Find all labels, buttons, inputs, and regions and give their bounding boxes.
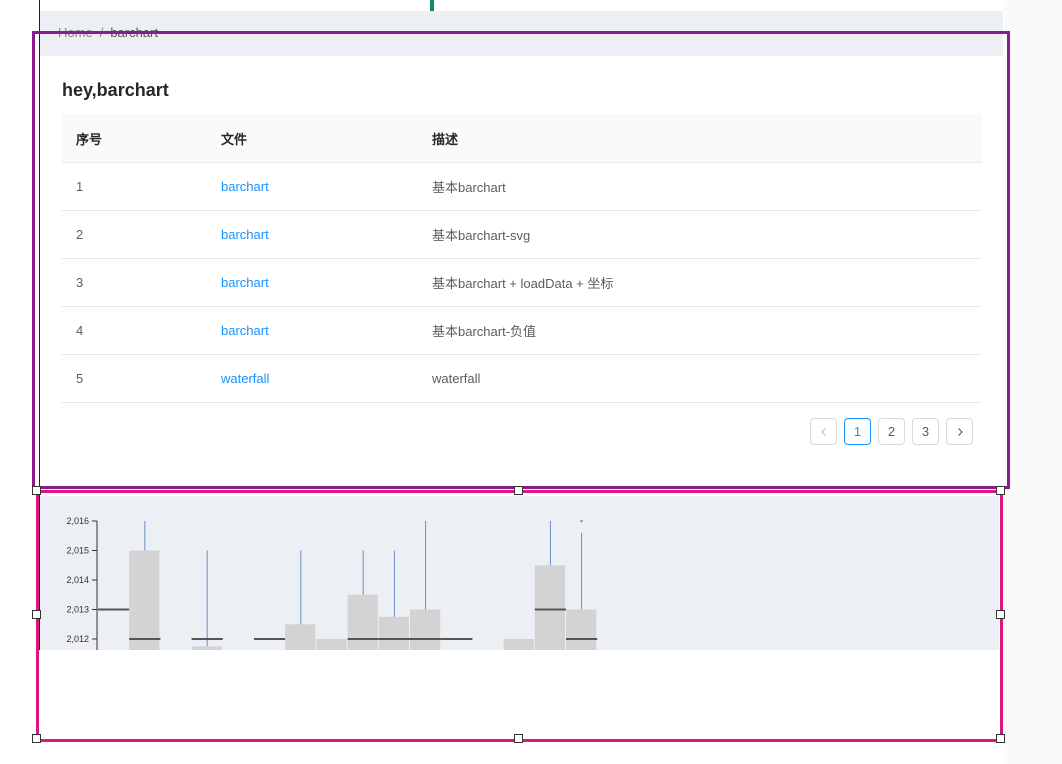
table-header-row: 序号 文件 描述	[62, 114, 982, 163]
resize-handle-bottom-right[interactable]	[996, 734, 1005, 743]
breadcrumb-separator: /	[99, 25, 104, 40]
row-file-link[interactable]: waterfall	[207, 354, 418, 403]
table-row: 2 barchart 基本barchart-svg	[62, 210, 982, 259]
row-file-link[interactable]: barchart	[207, 162, 418, 211]
resize-handle-top-left[interactable]	[32, 486, 41, 495]
table-row: 3 barchart 基本barchart + loadData + 坐标	[62, 258, 982, 307]
column-header-description: 描述	[418, 114, 982, 163]
row-index: 1	[62, 162, 207, 211]
row-description: 基本barchart-svg	[418, 210, 982, 259]
y-tick-label: 2,013	[66, 605, 89, 615]
resize-handle-right[interactable]	[996, 610, 1005, 619]
y-tick-label: 2,012	[66, 634, 89, 644]
page-title: hey,barchart	[62, 80, 169, 100]
row-description: 基本barchart-负值	[418, 306, 982, 355]
bar	[129, 550, 160, 650]
guide-line	[39, 0, 40, 650]
bar	[503, 639, 534, 650]
column-header-file: 文件	[207, 114, 418, 163]
column-header-index: 序号	[62, 114, 207, 163]
y-tick-label: 2,016	[66, 516, 89, 526]
page-button-3[interactable]: 3	[912, 418, 939, 445]
guide-marker	[430, 0, 434, 11]
row-file-link[interactable]: barchart	[207, 306, 418, 355]
table-row: 1 barchart 基本barchart	[62, 162, 982, 211]
right-margin	[1004, 0, 1062, 764]
table-row: 4 barchart 基本barchart-负值	[62, 306, 982, 355]
resize-handle-top-right[interactable]	[996, 486, 1005, 495]
bar	[285, 624, 316, 650]
row-index: 3	[62, 258, 207, 307]
row-index: 2	[62, 210, 207, 259]
resize-handle-bottom[interactable]	[514, 734, 523, 743]
row-file-link[interactable]: barchart	[207, 210, 418, 259]
row-file-link[interactable]: barchart	[207, 258, 418, 307]
breadcrumb-current: barchart	[110, 25, 159, 40]
row-description: 基本barchart	[418, 162, 982, 211]
file-table: 序号 文件 描述 1 barchart 基本barchart 2 barchar…	[62, 114, 982, 403]
pagination: 1 2 3	[810, 418, 973, 445]
next-page-button[interactable]	[946, 418, 973, 445]
chevron-left-icon	[820, 427, 826, 436]
y-tick-label: 2,015	[66, 546, 89, 556]
bar	[347, 594, 378, 650]
row-index: 5	[62, 354, 207, 403]
resize-handle-bottom-left[interactable]	[32, 734, 41, 743]
prev-page-button[interactable]	[810, 418, 837, 445]
bar	[566, 609, 597, 650]
y-tick-label: 2,014	[66, 575, 89, 585]
resize-handle-top[interactable]	[514, 486, 523, 495]
breadcrumb: Home / barchart	[58, 25, 158, 40]
bar	[410, 609, 441, 650]
page-button-2[interactable]: 2	[878, 418, 905, 445]
barchart-svg: 2,012 2,013 2,014 2,015 2,016	[66, 516, 598, 650]
resize-handle-left[interactable]	[32, 610, 41, 619]
row-index: 4	[62, 306, 207, 355]
bar	[378, 616, 409, 650]
bar	[191, 646, 222, 650]
chart-panel: 2,012 2,013 2,014 2,015 2,016	[40, 496, 999, 650]
table-row: 5 waterfall waterfall	[62, 354, 982, 403]
bar	[316, 639, 347, 650]
row-description: waterfall	[418, 354, 982, 403]
row-description: 基本barchart + loadData + 坐标	[418, 258, 982, 307]
bar	[534, 565, 565, 650]
breadcrumb-bar	[40, 11, 1003, 56]
breadcrumb-home[interactable]: Home	[58, 25, 93, 40]
outlier-point	[580, 519, 583, 523]
chevron-right-icon	[957, 427, 963, 436]
page-button-1[interactable]: 1	[844, 418, 871, 445]
